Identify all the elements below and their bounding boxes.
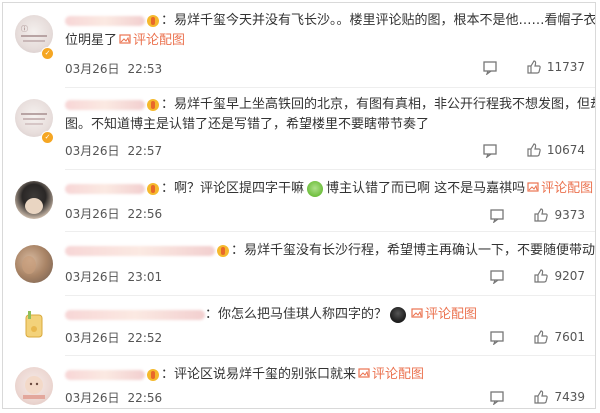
comment-image-link[interactable]: 评论配图 [425, 307, 477, 322]
comment-time: 22:56 [127, 207, 163, 221]
comment-date: 03月26日 [65, 270, 120, 284]
like-count: 9373 [554, 208, 585, 222]
comment-list: ⓘ ✓ ：易烊千玺今天并没有飞长沙。。楼里评论贴的图，根本不是他……看帽子衣服就… [2, 2, 596, 409]
comment-time: 22:57 [127, 144, 163, 158]
username[interactable] [65, 245, 215, 256]
comment-image-link[interactable]: 评论配图 [372, 367, 424, 382]
avatar-image-icon [22, 256, 36, 274]
comment-date: 03月26日 [65, 62, 120, 76]
comment-time: 22:52 [127, 331, 163, 345]
comment-time: 22:56 [127, 391, 163, 405]
vip-badge-icon [147, 14, 159, 27]
image-icon [119, 34, 131, 44]
vip-badge-icon [147, 368, 159, 381]
comment-time: 22:53 [127, 62, 163, 76]
like-count: 10674 [546, 143, 585, 157]
comment-text-line: 位明星了 评论配图 [65, 31, 587, 51]
comment-icon[interactable] [489, 329, 505, 345]
comment-text: 博主认错了而已啊 这不是马嘉祺吗 [326, 181, 526, 196]
avatar[interactable] [15, 307, 53, 345]
comment-actions: 7439 [489, 389, 585, 405]
thumb-up-icon[interactable] [533, 329, 549, 345]
comment-text-line: ：易烊千玺早上坐高铁回的北京，有图有真相，非公开行程我不想发图，但却有必要可以补 [65, 95, 595, 115]
username[interactable] [65, 15, 145, 26]
comment-text-line: ：啊？评论区提四字干嘛 博主认错了而已啊 这不是马嘉祺吗 评论配图 [65, 179, 593, 199]
comment-meta: 03月26日 23:01 [65, 268, 162, 285]
vip-badge-icon [147, 98, 159, 111]
divider [65, 87, 595, 88]
avatar[interactable] [15, 181, 53, 219]
comment-text: 你怎么把马佳琪人称四字的？ [218, 307, 388, 322]
comment-time: 23:01 [127, 270, 163, 284]
comment-icon[interactable] [489, 389, 505, 405]
comment-date: 03月26日 [65, 207, 120, 221]
image-icon [527, 182, 539, 192]
vip-badge-icon [147, 182, 159, 195]
emoji-icon [390, 306, 407, 323]
avatar-image-icon [25, 198, 43, 214]
comment-text-line: ：易烊千玺没有长沙行程，希望博主再确认一下，不要随便带动网bao [65, 241, 595, 261]
comment-icon[interactable] [482, 142, 498, 158]
comment-meta: 03月26日 22:56 [65, 205, 162, 222]
comment-actions: 9207 [489, 268, 585, 284]
comment-actions: 7601 [489, 329, 585, 345]
comment-date: 03月26日 [65, 331, 120, 345]
comment-actions: 10674 [482, 142, 585, 158]
comment-image-link[interactable]: 评论配图 [541, 181, 593, 196]
comment-actions: 9373 [489, 207, 585, 223]
comment-text: 图。不知道博主是认错了还是写错了，希望楼里不要瞎带节奏了 [65, 117, 430, 132]
comment-text: 易烊千玺早上坐高铁回的北京，有图有真相，非公开行程我不想发图，但却有必要可以补 [174, 97, 595, 112]
comment-meta: 03月26日 22:56 [65, 389, 162, 406]
comment-text: 啊？评论区提四字干嘛 [174, 181, 305, 196]
comment-meta: 03月26日 22:57 [65, 142, 162, 159]
vip-badge-icon [217, 244, 229, 257]
image-icon [411, 308, 423, 318]
comment-text-line: ：你怎么把马佳琪人称四字的？ 评论配图 [65, 305, 587, 325]
divider [65, 231, 595, 232]
avatar-image-icon [25, 311, 43, 338]
comment-meta: 03月26日 22:52 [65, 329, 162, 346]
verified-badge-icon: ✓ [41, 131, 54, 144]
thumb-up-icon[interactable] [526, 142, 542, 158]
thumb-up-icon[interactable] [526, 59, 542, 75]
avatar[interactable] [15, 367, 53, 405]
avatar[interactable] [15, 245, 53, 283]
divider [65, 169, 595, 170]
comment-icon[interactable] [482, 59, 498, 75]
thumb-up-icon[interactable] [533, 389, 549, 405]
username[interactable] [65, 183, 145, 194]
emoji-icon [307, 180, 324, 197]
like-count: 7439 [554, 390, 585, 404]
comment-text-line: 图。不知道博主是认错了还是写错了，希望楼里不要瞎带节奏了 [65, 115, 587, 135]
comment-icon[interactable] [489, 268, 505, 284]
comment-text: 位明星了 [65, 33, 118, 48]
comment-text: 易烊千玺今天并没有飞长沙。。楼里评论贴的图，根本不是他……看帽子衣服就知道是哪 [174, 13, 596, 28]
username[interactable] [65, 369, 145, 380]
like-count: 7601 [554, 330, 585, 344]
comment-actions: 11737 [482, 59, 585, 75]
comment-icon[interactable] [489, 207, 505, 223]
divider [65, 295, 595, 296]
avatar-image-icon [23, 376, 45, 399]
thumb-up-icon[interactable] [533, 268, 549, 284]
svg-text:ⓘ: ⓘ [21, 25, 28, 33]
like-count: 9207 [554, 269, 585, 283]
comment-meta: 03月26日 22:53 [65, 60, 162, 77]
thumb-up-icon[interactable] [533, 207, 549, 223]
username[interactable] [65, 309, 205, 320]
image-icon [358, 368, 370, 378]
verified-badge-icon: ✓ [41, 47, 54, 60]
comment-image-link[interactable]: 评论配图 [133, 33, 185, 48]
username[interactable] [65, 99, 145, 110]
comment-date: 03月26日 [65, 144, 120, 158]
comment-text-line: ：易烊千玺今天并没有飞长沙。。楼里评论贴的图，根本不是他……看帽子衣服就知道是哪 [65, 11, 595, 31]
comment-date: 03月26日 [65, 391, 120, 405]
like-count: 11737 [546, 60, 585, 74]
divider [65, 355, 595, 356]
comment-text-line: ：评论区说易烊千玺的别张口就来 评论配图 [65, 365, 587, 385]
comment-text: 易烊千玺没有长沙行程，希望博主再确认一下，不要随便带动网bao [244, 243, 596, 258]
comment-text: 评论区说易烊千玺的别张口就来 [174, 367, 357, 382]
